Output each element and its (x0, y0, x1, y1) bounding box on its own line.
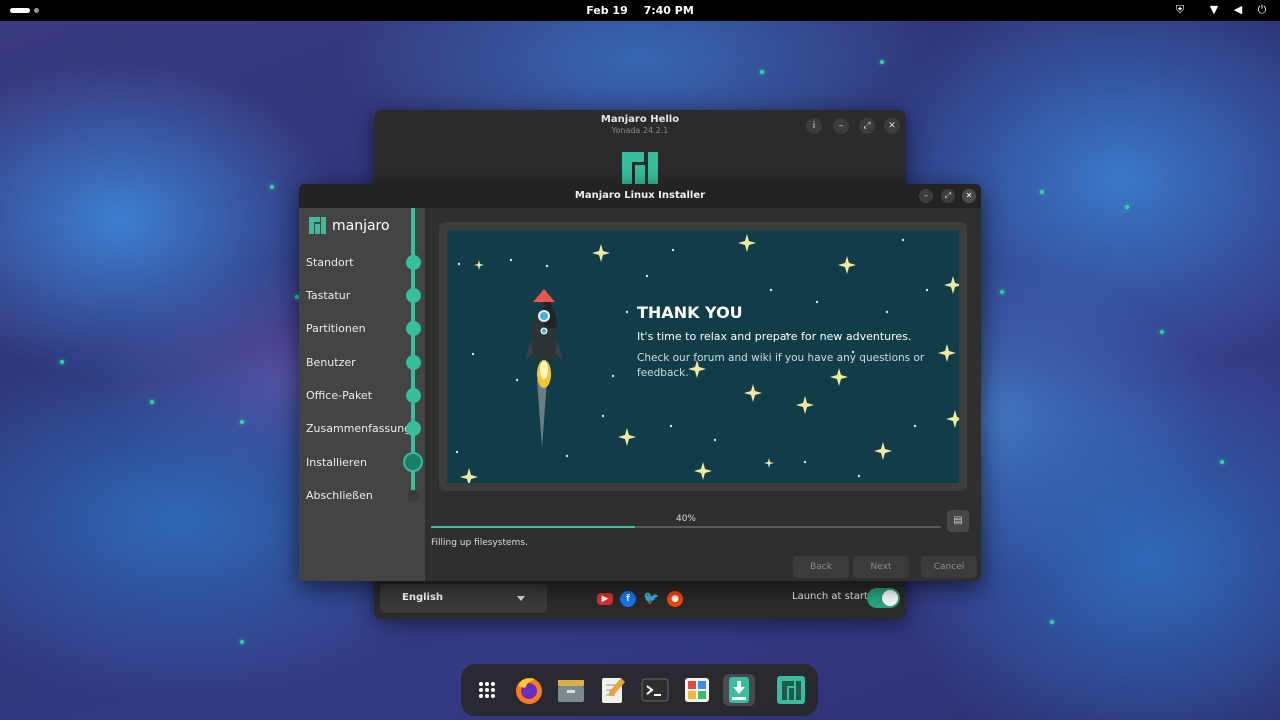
slide-line-2: Check our forum and wiki if you have any… (637, 352, 925, 379)
language-value: English (402, 592, 444, 603)
wallpaper-dot (60, 360, 64, 364)
hello-subtitle: Yonada 24.2.1 (611, 126, 669, 135)
hello-title: Manjaro Hello (600, 114, 680, 125)
toggle-log-button[interactable]: ▤ (947, 510, 969, 532)
step-pending-dot (407, 490, 419, 502)
status-text: Filling up filesystems. (431, 538, 528, 548)
minimize-button[interactable]: – (833, 118, 849, 134)
facebook-icon[interactable]: f (620, 591, 636, 607)
wallpaper-dot (1040, 190, 1044, 194)
step-done-dot (406, 288, 421, 303)
dock (461, 664, 818, 716)
step-current-dot (403, 452, 423, 472)
slide-title: THANK YOU (637, 303, 743, 322)
installer-header[interactable]: Manjaro Linux Installer – ⤢ ✕ (299, 184, 981, 208)
maximize-button[interactable]: ⤢ (941, 189, 955, 203)
step-done-dot (406, 388, 421, 403)
cancel-button[interactable]: Cancel (921, 556, 977, 578)
software-icon[interactable] (681, 674, 713, 706)
step-installieren: Installieren (306, 456, 367, 469)
next-button[interactable]: Next (853, 556, 909, 578)
wallpaper-dot (270, 185, 274, 189)
volume-icon[interactable]: ◀ (1230, 3, 1246, 17)
top-bar: Feb 19 7:40 PM ⛨ ▼ ◀ ⏻ (0, 0, 1280, 21)
wallpaper-dot (240, 420, 244, 424)
manjaro-hello-icon[interactable] (775, 674, 807, 706)
wallpaper-dot (760, 70, 764, 74)
info-icon[interactable]: i (806, 118, 822, 134)
wallpaper-dot (1050, 620, 1054, 624)
log-icon: ▤ (953, 515, 963, 526)
brand: manjaro (309, 217, 390, 234)
wallpaper-dot (1160, 330, 1164, 334)
installer-title: Manjaro Linux Installer (574, 190, 706, 201)
twitter-icon[interactable]: 🐦 (643, 591, 659, 607)
reddit-icon[interactable]: ● (667, 591, 683, 607)
app-grid-icon[interactable] (471, 674, 503, 706)
back-button[interactable]: Back (793, 556, 849, 578)
files-icon[interactable] (555, 674, 587, 706)
launch-at-start-toggle[interactable] (867, 588, 900, 608)
step-partitionen: Partitionen (306, 322, 366, 335)
toggle-knob (882, 590, 898, 606)
close-button[interactable]: ✕ (884, 118, 900, 134)
rocket-icon (525, 289, 563, 448)
hello-header[interactable]: Manjaro Hello Yonada 24.2.1 i – ⤢ ✕ (374, 110, 906, 142)
minimize-button[interactable]: – (919, 189, 933, 203)
language-select[interactable]: English (380, 584, 547, 613)
clock-date: Feb 19 (586, 4, 628, 17)
step-done-dot (406, 355, 421, 370)
step-benutzer: Benutzer (306, 356, 356, 369)
launch-at-start-label: Launch at start (792, 591, 868, 602)
progress-bar (431, 526, 941, 528)
step-done-dot (406, 255, 421, 270)
wallpaper-dot (1000, 290, 1004, 294)
clock[interactable]: Feb 19 7:40 PM (0, 4, 1280, 17)
installer-sidebar: manjaro Standort Tastatur Partitionen Be… (299, 208, 425, 581)
close-button[interactable]: ✕ (962, 189, 976, 203)
installer-window[interactable]: Manjaro Linux Installer – ⤢ ✕ manjaro St… (299, 184, 981, 581)
installer-icon[interactable] (723, 674, 755, 706)
manjaro-logo (309, 217, 326, 234)
wallpaper-dot (1220, 460, 1224, 464)
wallpaper-dot (150, 400, 154, 404)
text-editor-icon[interactable] (597, 674, 629, 706)
slideshow-frame: THANK YOU It's time to relax and prepare… (439, 222, 967, 491)
wifi-icon[interactable]: ▼ (1206, 3, 1222, 17)
step-abschliessen: Abschließen (306, 489, 373, 502)
maximize-button[interactable]: ⤢ (859, 118, 875, 134)
step-done-dot (406, 421, 421, 436)
system-tray[interactable]: ⛨ ▼ ◀ ⏻ (1164, 3, 1270, 17)
wallpaper-dot (1125, 205, 1129, 209)
step-zusammenfassung: Zusammenfassung (306, 422, 412, 435)
shield-icon[interactable]: ⛨ (1172, 3, 1188, 17)
progress-label: 40% (675, 514, 696, 524)
firefox-icon[interactable] (513, 674, 545, 706)
wallpaper-dot (240, 640, 244, 644)
hello-footer: English ▶ f 🐦 ● Launch at start (374, 579, 906, 619)
brand-name: manjaro (332, 217, 390, 234)
terminal-icon[interactable] (639, 674, 671, 706)
chevron-down-icon (517, 596, 525, 601)
clock-time: 7:40 PM (643, 4, 694, 17)
power-icon[interactable]: ⏻ (1254, 3, 1270, 17)
step-office-paket: Office-Paket (306, 389, 373, 402)
step-tastatur: Tastatur (306, 289, 351, 302)
wallpaper-dot (880, 60, 884, 64)
step-done-dot (406, 321, 421, 336)
slideshow: THANK YOU It's time to relax and prepare… (447, 230, 959, 483)
slide-line-1: It's time to relax and prepare for new a… (637, 330, 912, 343)
step-standort: Standort (306, 256, 354, 269)
youtube-icon[interactable]: ▶ (597, 593, 613, 605)
manjaro-logo (622, 152, 658, 184)
progress-fill (431, 526, 635, 528)
